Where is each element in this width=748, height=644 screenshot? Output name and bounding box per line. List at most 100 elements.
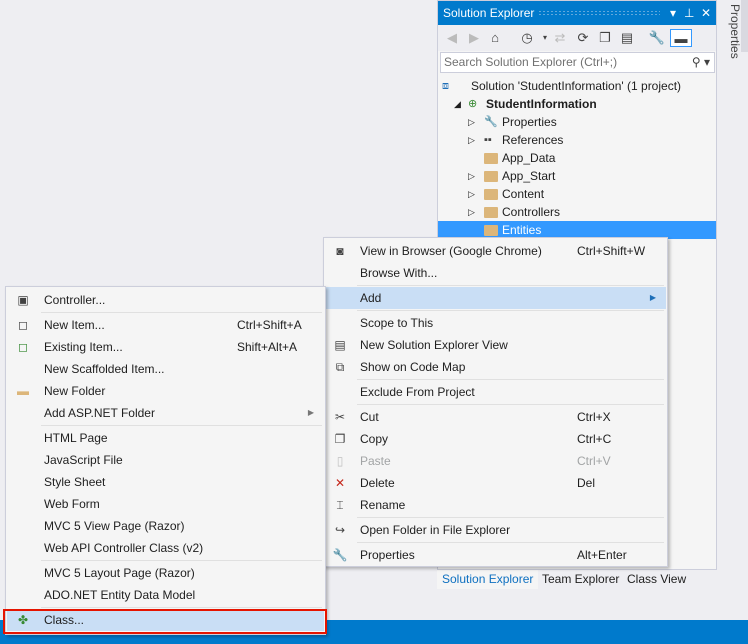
show-all-files-icon[interactable]: ▤ xyxy=(618,29,636,47)
menu-item-label: Open Folder in File Explorer xyxy=(360,523,511,537)
copy-icon: ❐ xyxy=(334,432,346,446)
menu-item-rename[interactable]: ⌶ Rename xyxy=(325,494,666,516)
menu-item-new-scaffolded-item[interactable]: New Scaffolded Item... xyxy=(7,358,324,380)
menu-item-javascript-file[interactable]: JavaScript File xyxy=(7,449,324,471)
search-placeholder: Search Solution Explorer (Ctrl+;) xyxy=(444,55,618,69)
folder-icon xyxy=(484,189,498,200)
menu-item-label: Paste xyxy=(360,454,391,468)
menu-item-delete[interactable]: ✕ Delete Del xyxy=(325,472,666,494)
menu-separator xyxy=(357,379,664,380)
menu-item-add-asp-net-folder[interactable]: Add ASP.NET Folder ▶ xyxy=(7,402,324,424)
menu-item-label: HTML Page xyxy=(44,431,108,445)
collapsed-arrow-icon[interactable]: ▷ xyxy=(468,185,475,203)
menu-item-label: New Solution Explorer View xyxy=(360,338,508,352)
expanded-arrow-icon[interactable]: ◢ xyxy=(454,95,461,113)
menu-item-new-folder[interactable]: ▬ New Folder xyxy=(7,380,324,402)
folder-icon xyxy=(484,171,498,182)
menu-item-style-sheet[interactable]: Style Sheet xyxy=(7,471,324,493)
tab-solution-explorer[interactable]: Solution Explorer xyxy=(437,570,539,589)
tree-item-content[interactable]: ▷ Content xyxy=(438,185,716,203)
menu-item-shortcut: Ctrl+Shift+A xyxy=(237,318,302,332)
menu-item-exclude-from-project[interactable]: Exclude From Project xyxy=(325,381,666,403)
properties-side-tab[interactable]: Properties xyxy=(720,0,742,59)
rename-icon: ⌶ xyxy=(336,498,344,512)
menu-item-html-page[interactable]: HTML Page xyxy=(7,427,324,449)
menu-item-ado-net-entity-data-model[interactable]: ADO.NET Entity Data Model xyxy=(7,584,324,606)
preview-icon[interactable]: ▬ xyxy=(670,29,692,47)
collapsed-arrow-icon[interactable]: ▷ xyxy=(468,131,475,149)
tree-item-studentinformation[interactable]: ◢ ⊕ StudentInformation xyxy=(438,95,716,113)
menu-item-browse-with[interactable]: Browse With... xyxy=(325,262,666,284)
menu-item-paste[interactable]: ▯ Paste Ctrl+V xyxy=(325,450,666,472)
folder-icon xyxy=(484,225,498,236)
tree-item-app-data[interactable]: App_Data xyxy=(438,149,716,167)
menu-item-add[interactable]: Add ▶ xyxy=(325,287,666,309)
menu-item-label: MVC 5 Layout Page (Razor) xyxy=(44,566,195,580)
menu-item-label: ADO.NET Entity Data Model xyxy=(44,588,196,602)
menu-separator xyxy=(41,607,322,608)
tree-item-references[interactable]: ▷ ▪▪ References xyxy=(438,131,716,149)
search-input[interactable]: Search Solution Explorer (Ctrl+;) ⚲ ▾ xyxy=(440,52,715,73)
web-project-icon: ⊕ xyxy=(468,98,478,110)
tree-item-label: References xyxy=(502,133,564,147)
highlight-callout-box xyxy=(3,609,327,634)
menu-item-label: Properties xyxy=(360,548,415,562)
menu-item-view-in-browser-google-chrome[interactable]: ◙ View in Browser (Google Chrome) Ctrl+Shi… xyxy=(325,240,666,262)
dropdown-icon[interactable]: ▾ xyxy=(670,1,676,25)
pin-icon[interactable]: ⊥ xyxy=(684,1,694,25)
menu-item-label: MVC 5 View Page (Razor) xyxy=(44,519,185,533)
home-icon[interactable]: ⌂ xyxy=(486,29,504,47)
collapsed-arrow-icon[interactable]: ▷ xyxy=(468,203,475,221)
menu-item-properties[interactable]: 🔧 Properties Alt+Enter xyxy=(325,544,666,566)
tree-item-label: App_Start xyxy=(502,169,556,183)
search-icon[interactable]: ⚲ ▾ xyxy=(692,53,710,72)
refresh-icon[interactable]: ⟳ xyxy=(574,29,592,47)
wrench-icon[interactable]: 🔧 xyxy=(648,29,666,47)
menu-item-mvc-5-view-page-razor[interactable]: MVC 5 View Page (Razor) xyxy=(7,515,324,537)
tree-item-solution-studentinformation-1-project[interactable]: ⧈ Solution 'StudentInformation' (1 projec… xyxy=(438,77,716,95)
paste-icon: ▯ xyxy=(336,454,344,468)
collapse-all-icon[interactable]: ❐ xyxy=(596,29,614,47)
menu-item-label: Scope to This xyxy=(360,316,434,330)
collapsed-arrow-icon[interactable]: ▷ xyxy=(468,113,475,131)
collapsed-arrow-icon[interactable]: ▷ xyxy=(468,167,475,185)
controller-icon: ▣ xyxy=(17,293,29,307)
pending-changes-icon[interactable]: ◷ xyxy=(518,29,536,47)
menu-separator xyxy=(357,404,664,405)
submenu-arrow-icon: ▶ xyxy=(307,408,314,417)
tab-class-view[interactable]: Class View xyxy=(622,570,691,589)
delete-icon: ✕ xyxy=(334,476,346,490)
tree-item-controllers[interactable]: ▷ Controllers xyxy=(438,203,716,221)
menu-item-web-api-controller-class-v2[interactable]: Web API Controller Class (v2) xyxy=(7,537,324,559)
tree-item-properties[interactable]: ▷ 🔧 Properties xyxy=(438,113,716,131)
menu-item-mvc-5-layout-page-razor[interactable]: MVC 5 Layout Page (Razor) xyxy=(7,562,324,584)
sync-icon[interactable]: ⇄ xyxy=(551,29,569,47)
folder-icon xyxy=(484,153,498,164)
back-icon[interactable]: ◀ xyxy=(443,29,461,47)
tree-item-label: App_Data xyxy=(502,151,556,165)
menu-item-web-form[interactable]: Web Form xyxy=(7,493,324,515)
forward-icon[interactable]: ▶ xyxy=(465,29,483,47)
menu-item-label: Add ASP.NET Folder xyxy=(44,406,155,420)
menu-item-cut[interactable]: ✂ Cut Ctrl+X xyxy=(325,406,666,428)
solution-explorer-bottom-tabs: Solution Explorer Team Explorer Class Vi… xyxy=(437,570,717,590)
menu-item-open-folder-in-file-explorer[interactable]: ↪ Open Folder in File Explorer xyxy=(325,519,666,541)
menu-item-label: Show on Code Map xyxy=(360,360,466,374)
menu-item-existing-item[interactable]: ◻ Existing Item... Shift+Alt+A xyxy=(7,336,324,358)
new-item-icon: ◻ xyxy=(18,318,28,332)
menu-item-show-on-code-map[interactable]: ⧉ Show on Code Map xyxy=(325,356,666,378)
menu-item-label: Controller... xyxy=(44,293,106,307)
properties-tab-marker xyxy=(741,0,748,52)
menu-item-controller[interactable]: ▣ Controller... xyxy=(7,289,324,311)
code-map-icon: ⧉ xyxy=(335,360,345,374)
menu-item-new-item[interactable]: ◻ New Item... Ctrl+Shift+A xyxy=(7,314,324,336)
menu-item-label: Rename xyxy=(360,498,406,512)
add-submenu: ▣ Controller... ◻ New Item... Ctrl+Shift+A ◻ E… xyxy=(5,286,326,635)
close-icon[interactable]: ✕ xyxy=(701,1,711,25)
menu-item-copy[interactable]: ❐ Copy Ctrl+C xyxy=(325,428,666,450)
menu-item-scope-to-this[interactable]: Scope to This xyxy=(325,312,666,334)
tree-item-app-start[interactable]: ▷ App_Start xyxy=(438,167,716,185)
menu-item-new-solution-explorer-view[interactable]: ▤ New Solution Explorer View xyxy=(325,334,666,356)
tab-team-explorer[interactable]: Team Explorer xyxy=(537,570,624,589)
open-folder-icon: ↪ xyxy=(334,523,346,537)
